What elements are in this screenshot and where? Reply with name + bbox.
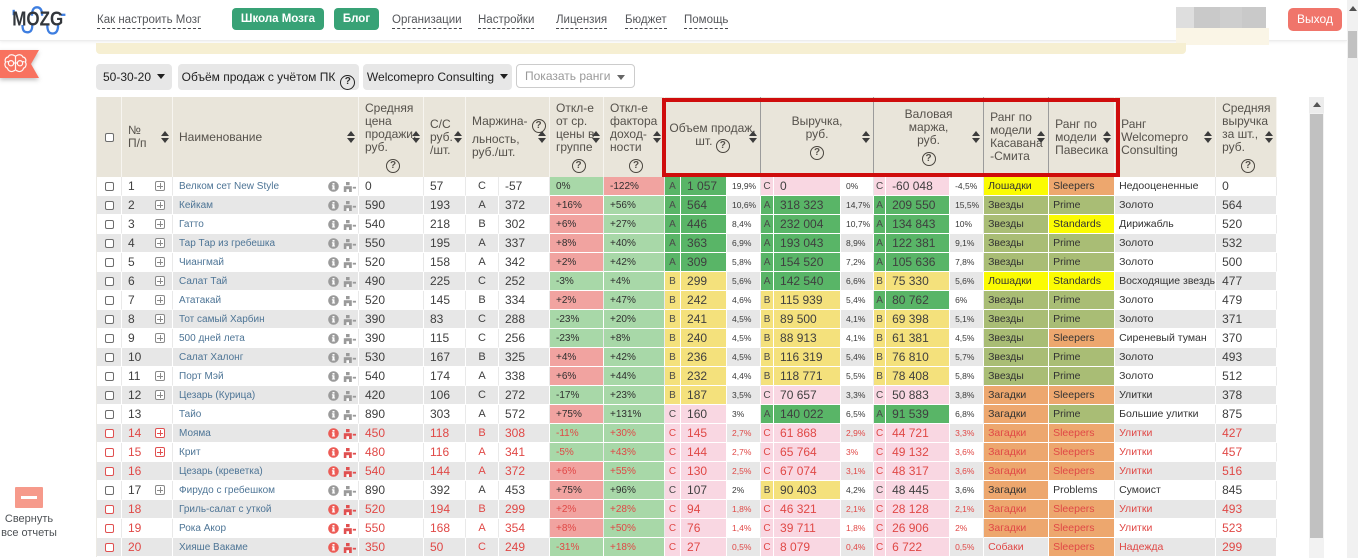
- svg-text:MOZG: MOZG: [12, 8, 63, 30]
